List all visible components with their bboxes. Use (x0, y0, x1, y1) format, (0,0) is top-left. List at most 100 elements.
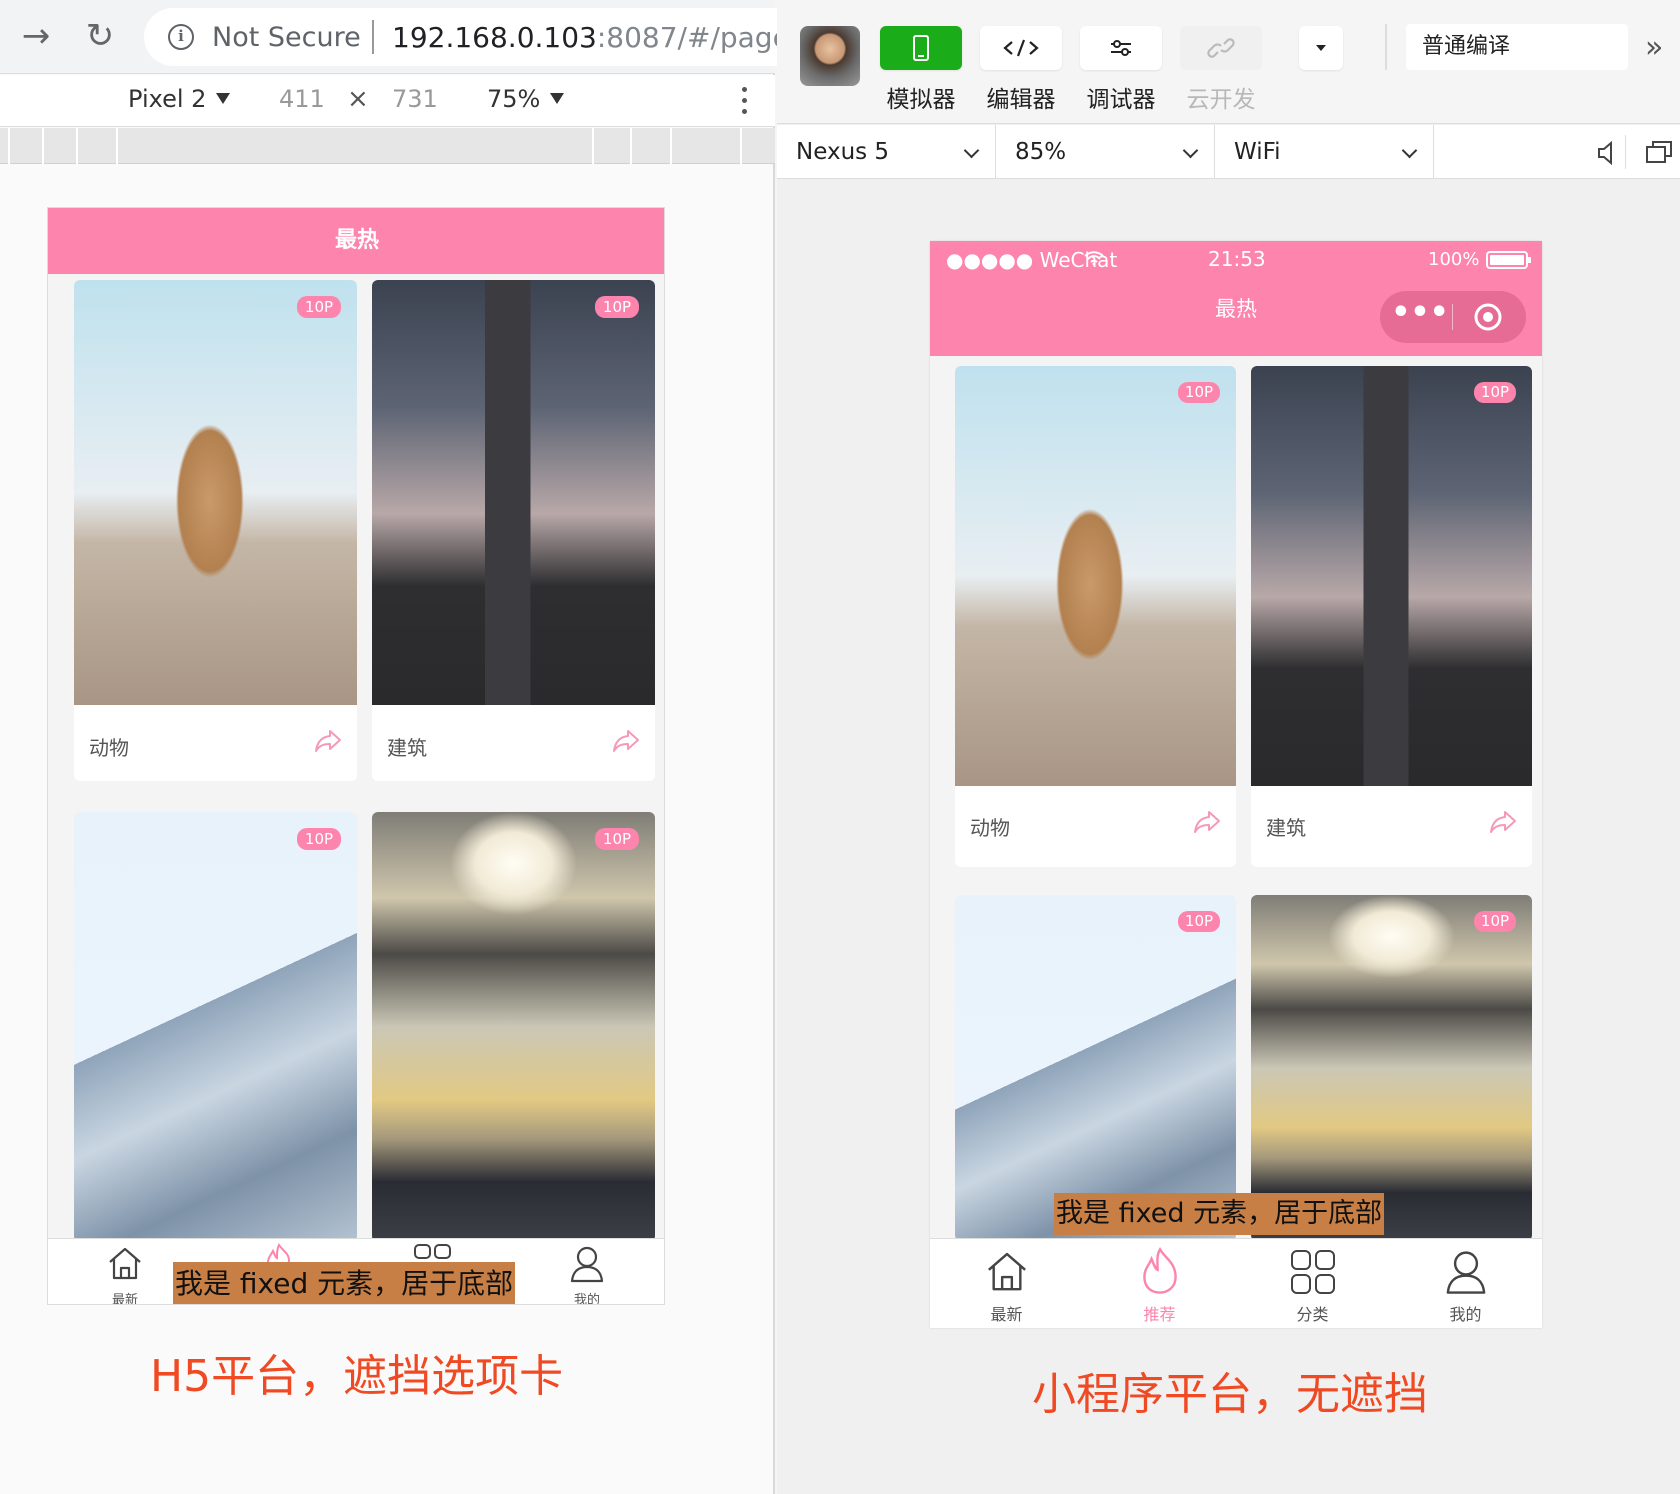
compile-mode-select[interactable]: 普通编译 (1406, 24, 1628, 70)
tab-recommend[interactable]: 推荐 (1083, 1239, 1236, 1328)
url-text[interactable]: 192.168.0.103:8087/#/pages/h (392, 21, 832, 54)
url-separator (372, 20, 374, 54)
home-icon (109, 1247, 141, 1280)
dropdown-triangle-icon (550, 93, 565, 104)
code-icon (1003, 39, 1039, 57)
capsule-button: ••• (1380, 291, 1526, 343)
tab-mine[interactable]: 我的 (1389, 1239, 1542, 1328)
status-time: 21:53 (1208, 247, 1266, 271)
chevron-down-icon (963, 142, 980, 159)
volume-icon[interactable] (1597, 141, 1617, 165)
mp-tabbar: 最新 推荐 分类 我的 (930, 1238, 1542, 1328)
count-badge: 10P (1178, 382, 1220, 403)
user-icon (1446, 1251, 1485, 1294)
media-query-ruler[interactable] (0, 128, 775, 164)
detach-window-icon[interactable] (1645, 139, 1673, 165)
card-image-building (955, 895, 1236, 1241)
close-target-icon[interactable] (1473, 302, 1503, 332)
card-image-dog (74, 280, 357, 705)
count-badge: 10P (1178, 911, 1220, 932)
more-dots-icon[interactable]: ••• (1390, 295, 1450, 330)
address-bar: → ↻ i Not Secure 192.168.0.103:8087/#/pa… (0, 0, 832, 74)
tool-label: 云开发 (1186, 87, 1256, 113)
more-options-icon[interactable] (742, 87, 748, 115)
device-height-input[interactable]: 731 (392, 85, 438, 113)
share-icon[interactable] (314, 728, 342, 754)
chevron-down-icon (1182, 142, 1199, 159)
tab-category[interactable]: 分类 (1236, 1239, 1389, 1328)
share-icon[interactable] (1193, 809, 1221, 835)
count-badge: 10P (1474, 382, 1516, 403)
image-card[interactable]: 10P (74, 812, 357, 1242)
share-icon[interactable] (612, 728, 640, 754)
tab-label: 我的 (1449, 1305, 1482, 1324)
user-icon (570, 1246, 604, 1283)
tab-latest[interactable]: 最新 (930, 1239, 1083, 1328)
image-card[interactable]: 10P (372, 812, 655, 1242)
card-title: 建筑 (1266, 816, 1306, 840)
fixed-bottom-banner: 我是 fixed 元素，居于底部 (1054, 1193, 1385, 1235)
image-card[interactable]: 10P 建筑 (1251, 366, 1532, 867)
tab-label: 推荐 (1143, 1305, 1176, 1324)
fire-icon (1142, 1247, 1177, 1294)
home-icon (987, 1252, 1026, 1291)
card-title: 动物 (89, 736, 129, 760)
cloud-link-icon (1207, 38, 1235, 58)
tool-label: 编辑器 (986, 87, 1056, 113)
wifi-icon (1084, 251, 1104, 266)
url-field[interactable]: i Not Secure 192.168.0.103:8087/#/pages/… (144, 8, 832, 66)
dimension-times: × (347, 84, 369, 114)
dropdown-triangle-icon (216, 93, 231, 104)
cloud-dev-button[interactable] (1180, 26, 1262, 70)
zoom-select[interactable]: 85% (996, 125, 1215, 179)
count-badge: 10P (297, 296, 341, 318)
count-badge: 10P (595, 828, 639, 850)
card-image-sky (372, 812, 655, 1242)
tool-dropdown-button[interactable] (1299, 26, 1343, 70)
image-card[interactable]: 10P 动物 (955, 366, 1236, 867)
h5-caption: H5平台，遮挡选项卡 (150, 1351, 564, 1402)
device-select[interactable]: Nexus 5 (777, 125, 996, 179)
status-battery-level: 100% (1428, 249, 1480, 270)
zoom-select[interactable]: 75% (487, 85, 565, 113)
device-width-input[interactable]: 411 (279, 85, 325, 113)
h5-viewport: 最热 10P 动物 10P 建筑 10P 10P 最新 我的 我是 fixed … (47, 207, 665, 1305)
image-card[interactable]: 10P 建筑 (372, 280, 655, 781)
toolbar-separator (1385, 24, 1387, 70)
browser-pane: → ↻ i Not Secure 192.168.0.103:8087/#/pa… (0, 0, 832, 1494)
reload-icon[interactable]: ↻ (80, 16, 120, 56)
sliders-icon (1111, 40, 1131, 56)
info-icon[interactable]: i (168, 24, 194, 50)
share-icon[interactable] (1489, 809, 1517, 835)
phone-icon (913, 35, 929, 61)
image-card[interactable]: 10P (955, 895, 1236, 1241)
tab-label: 我的 (573, 1293, 600, 1305)
card-image-building (74, 812, 357, 1242)
ide-toolbar: 模拟器 编辑器 调试器 云开发 普通编译 » (777, 0, 1680, 124)
tab-mine[interactable]: 我的 (510, 1239, 664, 1305)
count-badge: 10P (297, 828, 341, 850)
editor-button[interactable] (980, 26, 1062, 70)
card-image-sky (1251, 895, 1532, 1241)
device-select[interactable]: Pixel 2 (128, 85, 231, 113)
image-card[interactable]: 10P (1251, 895, 1532, 1241)
count-badge: 10P (595, 296, 639, 318)
more-arrows-icon[interactable]: » (1645, 30, 1663, 65)
tool-label: 模拟器 (886, 87, 956, 113)
card-title: 建筑 (387, 736, 427, 760)
devbar-separator (1625, 135, 1626, 169)
not-secure-label[interactable]: Not Secure (212, 22, 361, 53)
count-badge: 10P (1474, 911, 1516, 932)
simulator-button[interactable] (880, 26, 962, 70)
device-toolbar: Pixel 2 411 × 731 75% (0, 75, 775, 127)
network-select[interactable]: WiFi (1215, 125, 1434, 179)
user-avatar[interactable] (800, 26, 860, 86)
chevron-down-icon (1316, 45, 1326, 51)
grid-icon (1290, 1250, 1335, 1294)
card-image-tower (1251, 366, 1532, 786)
image-card[interactable]: 10P 动物 (74, 280, 357, 781)
card-image-tower (372, 280, 655, 705)
tab-label: 最新 (990, 1305, 1023, 1324)
forward-arrow-icon[interactable]: → (16, 16, 56, 56)
debugger-button[interactable] (1080, 26, 1162, 70)
